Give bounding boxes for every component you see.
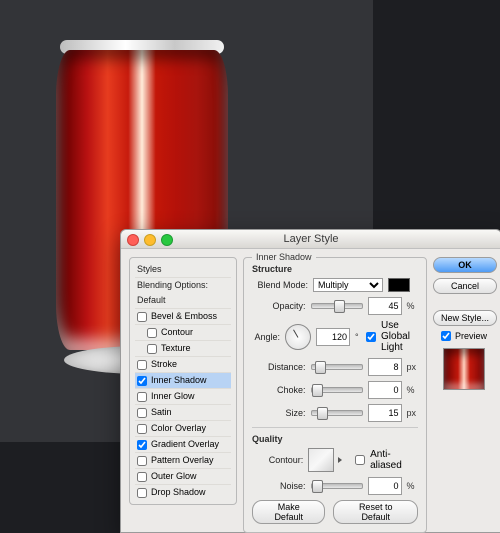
style-item-satin[interactable]: Satin [135,404,231,420]
window-traffic-lights [127,234,173,246]
style-label: Satin [151,405,172,420]
global-light-checkbox[interactable] [366,332,376,342]
style-item-outer-glow[interactable]: Outer Glow [135,468,231,484]
dialog-title: Layer Style [121,230,500,249]
choke-input[interactable] [368,381,402,399]
style-checkbox[interactable] [137,472,147,482]
style-item-contour[interactable]: Contour [135,324,231,340]
style-checkbox[interactable] [147,328,157,338]
style-item-inner-shadow[interactable]: Inner Shadow [135,372,231,388]
opacity-label: Opacity: [252,301,306,311]
style-checkbox[interactable] [147,344,157,354]
style-label: Inner Shadow [151,373,207,388]
distance-unit: px [407,362,418,372]
style-item-drop-shadow[interactable]: Drop Shadow [135,484,231,500]
blending-options[interactable]: Blending Options: Default [135,277,231,308]
style-item-stroke[interactable]: Stroke [135,356,231,372]
style-checkbox[interactable] [137,360,147,370]
structure-heading: Structure [252,264,418,274]
style-label: Contour [161,325,193,340]
style-checkbox[interactable] [137,456,147,466]
choke-label: Choke: [252,385,306,395]
group-title: Inner Shadow [252,252,316,262]
angle-input[interactable] [316,328,350,346]
style-item-pattern-overlay[interactable]: Pattern Overlay [135,452,231,468]
angle-dial[interactable] [285,324,311,350]
style-item-color-overlay[interactable]: Color Overlay [135,420,231,436]
reset-default-button[interactable]: Reset to Default [333,500,418,524]
opacity-unit: % [407,301,418,311]
style-checkbox[interactable] [137,488,147,498]
quality-heading: Quality [252,434,418,444]
style-label: Bevel & Emboss [151,309,217,324]
noise-input[interactable] [368,477,402,495]
global-light-label: Use Global Light [381,320,418,353]
noise-label: Noise: [252,481,306,491]
contour-label: Contour: [252,455,303,465]
style-checkbox[interactable] [137,392,147,402]
choke-slider[interactable] [311,387,363,393]
style-label: Inner Glow [151,389,195,404]
size-label: Size: [252,408,306,418]
style-label: Outer Glow [151,469,197,484]
styles-header[interactable]: Styles [135,262,231,277]
distance-slider[interactable] [311,364,363,370]
blend-mode-label: Blend Mode: [252,280,308,290]
zoom-icon[interactable] [161,234,173,246]
blend-mode-select[interactable]: Multiply [313,278,383,292]
style-label: Drop Shadow [151,485,206,500]
inner-shadow-group: Inner Shadow Structure Blend Mode: Multi… [243,257,427,533]
style-label: Color Overlay [151,421,206,436]
shadow-color-swatch[interactable] [388,278,410,292]
antialiased-label: Anti-aliased [370,449,418,471]
style-label: Texture [161,341,191,356]
noise-slider[interactable] [311,483,363,489]
close-icon[interactable] [127,234,139,246]
contour-picker[interactable] [308,448,334,472]
style-checkbox[interactable] [137,312,147,322]
preview-label: Preview [455,331,487,341]
style-item-bevel-emboss[interactable]: Bevel & Emboss [135,308,231,324]
minimize-icon[interactable] [144,234,156,246]
style-checkbox[interactable] [137,424,147,434]
style-checkbox[interactable] [137,408,147,418]
style-checkbox[interactable] [137,440,147,450]
ok-button[interactable]: OK [433,257,497,273]
opacity-slider[interactable] [311,303,363,309]
style-checkbox[interactable] [137,376,147,386]
style-item-texture[interactable]: Texture [135,340,231,356]
style-label: Stroke [151,357,177,372]
preview-swatch [443,348,485,390]
size-input[interactable] [368,404,402,422]
choke-unit: % [407,385,418,395]
styles-panel: Styles Blending Options: Default Bevel &… [129,257,237,505]
noise-unit: % [407,481,418,491]
size-slider[interactable] [311,410,363,416]
style-item-gradient-overlay[interactable]: Gradient Overlay [135,436,231,452]
angle-label: Angle: [252,332,280,342]
preview-checkbox[interactable] [441,331,451,341]
style-label: Pattern Overlay [151,453,214,468]
cancel-button[interactable]: Cancel [433,278,497,294]
new-style-button[interactable]: New Style... [433,310,497,326]
style-label: Gradient Overlay [151,437,219,452]
style-item-inner-glow[interactable]: Inner Glow [135,388,231,404]
layer-style-dialog: Layer Style Styles Blending Options: Def… [120,229,500,533]
size-unit: px [407,408,418,418]
angle-unit: ° [355,332,361,342]
opacity-input[interactable] [368,297,402,315]
antialiased-checkbox[interactable] [355,455,365,465]
make-default-button[interactable]: Make Default [252,500,325,524]
distance-input[interactable] [368,358,402,376]
distance-label: Distance: [252,362,306,372]
